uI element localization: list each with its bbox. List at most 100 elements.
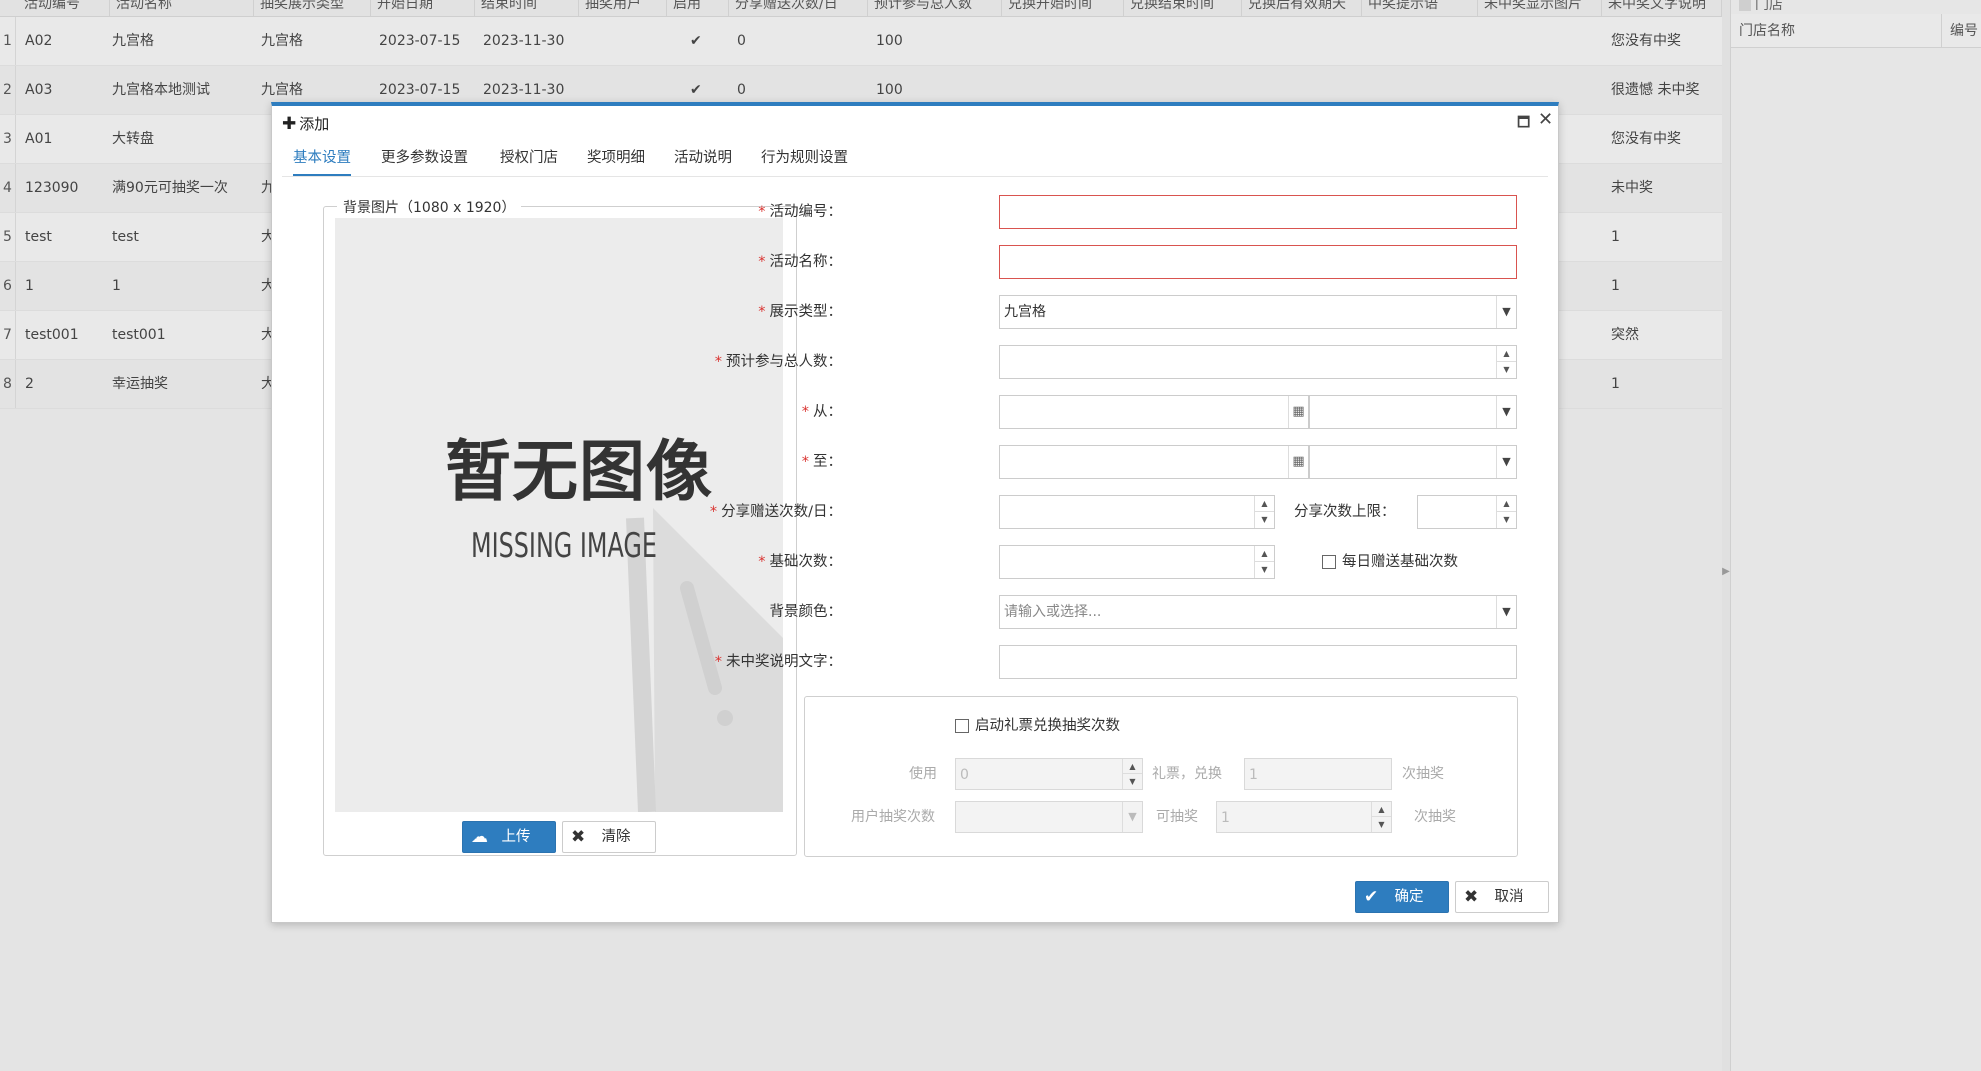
row-number: 7 <box>0 311 16 359</box>
confirm-button[interactable]: ✔ 确定 <box>1355 881 1449 913</box>
calendar-icon[interactable]: ▦ <box>1288 396 1308 428</box>
row-number: 4 <box>0 164 16 212</box>
cancel-button-label: 取消 <box>1494 889 1524 905</box>
checkbox-icon[interactable] <box>1739 0 1751 11</box>
activity-name-label: * 活动名称： <box>758 254 842 270</box>
background-image-legend: 背景图片（1080 x 1920） <box>337 197 522 217</box>
daily-base-checkbox[interactable]: 每日赠送基础次数 <box>1322 552 1458 572</box>
activity-code-input[interactable] <box>999 195 1517 229</box>
clear-button-label: 清除 <box>601 829 631 845</box>
chevron-up-icon[interactable]: ▲ <box>1255 546 1274 562</box>
cancel-button[interactable]: ✖ 取消 <box>1455 881 1549 913</box>
display-type-label: * 展示类型： <box>758 304 842 320</box>
confirm-button-label: 确定 <box>1394 889 1424 905</box>
col-store-name[interactable]: 门店名称 <box>1731 14 1942 48</box>
ticket-enable-checkbox[interactable]: 启动礼票兑换抽奖次数 <box>955 716 1120 736</box>
chevron-down-icon[interactable]: ▼ <box>1497 362 1516 378</box>
dialog-title: ✚ 添加 <box>282 113 329 134</box>
chevron-down-icon[interactable]: ▼ <box>1496 596 1516 628</box>
chevron-down-icon[interactable]: ▼ <box>1496 446 1516 478</box>
grid-header-cell[interactable]: 预计参与总人数 <box>868 0 1002 16</box>
grid-header-cell[interactable]: 开始日期 <box>371 0 475 16</box>
from-date-input[interactable]: ▦ <box>999 395 1309 429</box>
grid-header-cell[interactable]: 兑换后有效期天 <box>1242 0 1362 16</box>
activity-name-input[interactable] <box>999 245 1517 279</box>
grid-header-cell[interactable]: 活动编号 <box>18 0 110 16</box>
cell-name: 九宫格本地测试 <box>112 82 210 98</box>
stepper: ▲ ▼ <box>1371 802 1391 832</box>
clear-button[interactable]: ✖ 清除 <box>562 821 656 853</box>
upload-button[interactable]: ☁ 上传 <box>462 821 556 853</box>
tab-authorized-stores[interactable]: 授权门店 <box>500 148 558 176</box>
cell-note: 1 <box>1611 278 1620 294</box>
row-number: 6 <box>0 262 16 310</box>
grid-header-cell[interactable]: 分享赠送次数/日 <box>729 0 868 16</box>
no-win-text-input[interactable] <box>999 645 1517 679</box>
check-icon: ✔ <box>690 33 702 49</box>
store-grid-header: 门店名称 编号 <box>1731 14 1981 48</box>
base-times-input[interactable]: ▲ ▼ <box>999 545 1275 579</box>
close-icon[interactable]: ✕ <box>1538 109 1553 130</box>
cell-note: 很遗憾 未中奖 <box>1611 82 1700 98</box>
grid-header-cell[interactable]: 中奖提示语 <box>1362 0 1478 16</box>
use-tickets-input[interactable]: 0 ▲ ▼ <box>955 758 1143 790</box>
grid-header-cell[interactable]: 活动名称 <box>110 0 254 16</box>
to-time-select[interactable]: ▼ <box>1309 445 1517 479</box>
chevron-down-icon[interactable]: ▼ <box>1255 562 1274 578</box>
tab-basic-settings[interactable]: 基本设置 <box>293 148 351 176</box>
chevron-down-icon[interactable]: ▼ <box>1122 802 1142 832</box>
display-type-select[interactable]: 九宫格 ▼ <box>999 295 1517 329</box>
user-draw-times-select[interactable]: ▼ <box>955 801 1143 833</box>
from-time-select[interactable]: ▼ <box>1309 395 1517 429</box>
cell-note: 您没有中奖 <box>1611 33 1681 49</box>
grid-header-cell[interactable]: 兑换结束时间 <box>1124 0 1242 16</box>
maximize-icon[interactable]: 🗖 <box>1517 112 1530 136</box>
cell-note: 1 <box>1611 229 1620 245</box>
chevron-up-icon[interactable]: ▲ <box>1123 759 1142 774</box>
checkbox-icon[interactable] <box>955 719 969 733</box>
can-draw-input[interactable]: 1 ▲ ▼ <box>1216 801 1392 833</box>
tab-activity-description[interactable]: 活动说明 <box>674 148 732 176</box>
chevron-down-icon[interactable]: ▼ <box>1496 396 1516 428</box>
tab-behavior-rules[interactable]: 行为规则设置 <box>761 148 848 176</box>
share-limit-input[interactable]: ▲ ▼ <box>1417 495 1517 529</box>
col-store-code[interactable]: 编号 <box>1942 14 1978 48</box>
to-date-input[interactable]: ▦ <box>999 445 1309 479</box>
calendar-icon[interactable]: ▦ <box>1288 446 1308 478</box>
exchange-times-input[interactable]: 1 <box>1244 758 1392 790</box>
chevron-down-icon[interactable]: ▼ <box>1496 296 1516 328</box>
cell-name: test <box>112 229 139 245</box>
grid-header-cell[interactable]: 抽奖展示类型 <box>254 0 371 16</box>
chevron-down-icon[interactable]: ▼ <box>1372 817 1391 832</box>
grid-header-cell[interactable]: 兑换开始时间 <box>1002 0 1124 16</box>
chevron-down-icon[interactable]: ▼ <box>1255 512 1274 528</box>
chevron-down-icon[interactable]: ▼ <box>1497 512 1516 528</box>
row-number: 1 <box>0 17 16 65</box>
use-tickets-value: 0 <box>960 767 969 783</box>
grid-header-cell[interactable]: 抽奖用户 <box>579 0 667 16</box>
expected-total-input[interactable]: ▲ ▼ <box>999 345 1517 379</box>
chevron-up-icon[interactable]: ▲ <box>1497 346 1516 362</box>
row-number: 8 <box>0 360 16 408</box>
ticket-enable-label: 启动礼票兑换抽奖次数 <box>975 718 1120 734</box>
tab-prize-details[interactable]: 奖项明细 <box>587 148 645 176</box>
share-per-day-input[interactable]: ▲ ▼ <box>999 495 1275 529</box>
checkbox-icon[interactable] <box>1322 555 1336 569</box>
grid-header-cell[interactable]: 未中奖文字说明 <box>1602 0 1722 16</box>
from-label: * 从： <box>801 404 842 420</box>
tab-more-params[interactable]: 更多参数设置 <box>381 148 468 176</box>
background-color-select[interactable]: 请输入或选择... ▼ <box>999 595 1517 629</box>
panel-splitter[interactable] <box>1722 0 1730 1071</box>
chevron-up-icon[interactable]: ▲ <box>1255 496 1274 512</box>
grid-header-cell[interactable]: 未中奖显示图片 <box>1478 0 1602 16</box>
grid-header-cell[interactable]: 结束时间 <box>475 0 579 16</box>
chevron-up-icon[interactable]: ▲ <box>1497 496 1516 512</box>
chevron-up-icon[interactable]: ▲ <box>1372 802 1391 817</box>
store-panel-title-text: 门店 <box>1755 0 1783 13</box>
table-row[interactable]: 1 A02 九宫格 九宫格 2023-07-15 2023-11-30 ✔ 0 … <box>0 17 1722 66</box>
grid-header-cell[interactable]: 启用 <box>667 0 729 16</box>
stepper: ▲ ▼ <box>1496 496 1516 528</box>
chevron-right-icon[interactable]: ▶ <box>1722 562 1730 582</box>
no-win-text-label: * 未中奖说明文字： <box>714 654 842 670</box>
chevron-down-icon[interactable]: ▼ <box>1123 774 1142 789</box>
